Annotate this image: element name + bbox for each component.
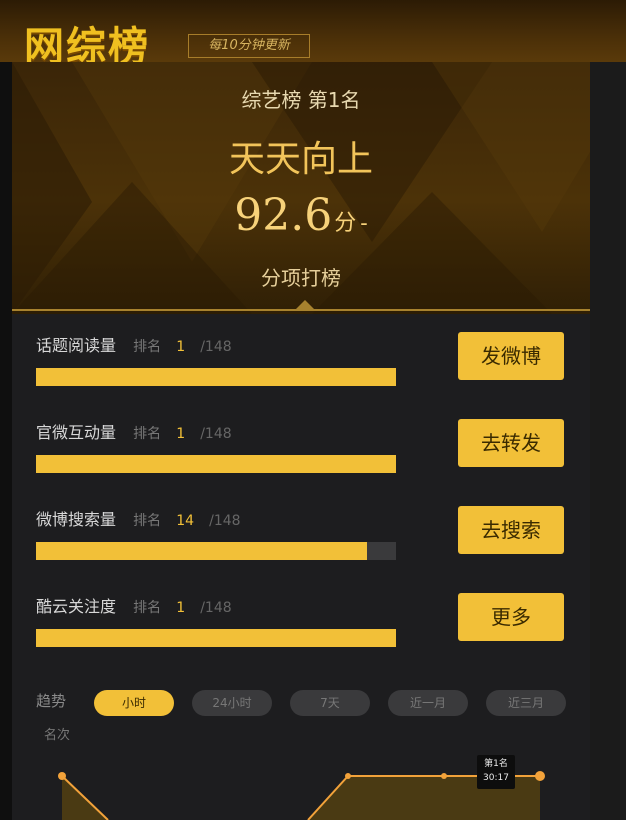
metric-label: 微博搜索量 [36, 510, 117, 529]
metric-row: 官微互动量 排名 1 /148 [36, 419, 396, 473]
search-button[interactable]: 去搜索 [458, 506, 564, 554]
chart-tooltip: 第1名 30:17 [477, 755, 515, 789]
rank-total: /148 [209, 513, 241, 529]
show-title: 天天向上 [228, 139, 373, 180]
chart-axis-label: 名次 [44, 728, 71, 743]
metric-row: 微博搜索量 排名 14 /148 [36, 506, 396, 560]
progress-fill [36, 542, 368, 560]
score-unit: 分 [334, 211, 357, 236]
metric-row: 话题阅读量 排名 1 /148 [36, 332, 396, 386]
rank-total: /148 [200, 426, 232, 442]
range-tab-1m[interactable]: 近一月 [388, 690, 468, 716]
progress-fill [36, 629, 396, 647]
tooltip-time: 30:17 [483, 773, 509, 783]
metric-label: 酷云关注度 [36, 597, 117, 616]
trend-area [62, 776, 540, 820]
hero-panel: 综艺榜 第1名 天天向上 92.6分 - 分项打榜 [12, 62, 590, 314]
rankings-panel: 话题阅读量 排名 1 /148 发微博 官微互动量 排名 1 /148 去转发 … [12, 314, 590, 820]
rank-value: 1 [176, 600, 186, 616]
rank-word: 排名 [133, 600, 162, 616]
progress-bar [36, 455, 396, 473]
score: 92.6分 - [12, 190, 590, 241]
more-button[interactable]: 更多 [458, 593, 564, 641]
trend-point [345, 773, 351, 779]
trend-point [441, 773, 447, 779]
rank-value: 1 [176, 426, 186, 442]
rank-word: 排名 [133, 426, 162, 442]
metric-label: 话题阅读量 [36, 336, 117, 355]
trend-point [58, 772, 66, 780]
rank-value: 1 [176, 339, 186, 355]
range-tab-24h[interactable]: 24小时 [192, 690, 272, 716]
score-value: 92.6 [234, 190, 333, 241]
trend-point [535, 771, 545, 781]
rank-word: 排名 [133, 339, 162, 355]
progress-bar [36, 368, 396, 386]
rank-value: 14 [176, 513, 195, 529]
rank-word: 排名 [133, 513, 162, 529]
range-tab-3m[interactable]: 近三月 [486, 690, 566, 716]
update-frequency-badge: 每10分钟更新 [188, 34, 310, 58]
top-banner: 网综榜 每10分钟更新 [0, 0, 626, 70]
rank-total: /148 [200, 339, 232, 355]
tab-sub-rankings[interactable]: 分项打榜 [12, 262, 590, 291]
progress-bar [36, 542, 396, 560]
trend-label: 趋势 [36, 692, 67, 710]
tooltip-rank: 第1名 [484, 759, 508, 769]
right-gutter [590, 62, 626, 820]
range-tab-7d[interactable]: 7天 [290, 690, 370, 716]
post-weibo-button[interactable]: 发微博 [458, 332, 564, 380]
metric-row: 酷云关注度 排名 1 /148 [36, 593, 396, 647]
repost-button[interactable]: 去转发 [458, 419, 564, 467]
metric-label: 官微互动量 [36, 423, 117, 442]
tab-indicator-icon [295, 300, 315, 310]
progress-bar [36, 629, 396, 647]
category-rank: 综艺榜 第1名 [241, 88, 361, 112]
score-trend-icon: - [360, 211, 368, 236]
range-tab-hour[interactable]: 小时 [94, 690, 174, 716]
progress-fill [36, 455, 396, 473]
progress-fill [36, 368, 396, 386]
rank-total: /148 [200, 600, 232, 616]
